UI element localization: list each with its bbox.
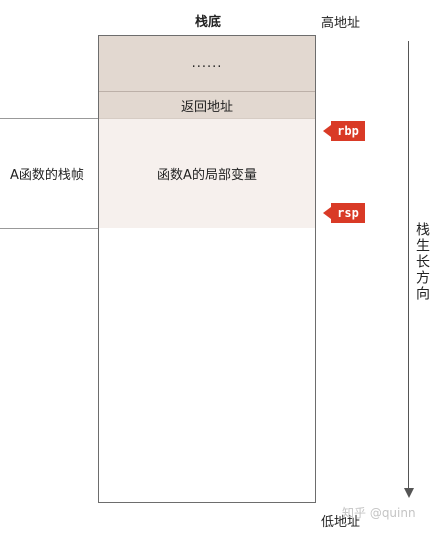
growth-arrow-line	[408, 41, 409, 490]
watermark: 知乎 @quinn	[342, 506, 416, 520]
rbp-pointer-tag: rbp	[323, 121, 365, 141]
high-address-label: 高地址	[321, 16, 361, 31]
growth-arrow-head-icon	[404, 488, 414, 498]
stack-diagram: ...... 返回地址 函数A的局部变量	[98, 35, 316, 503]
frame-top-line	[0, 118, 98, 119]
local-variables-segment: 函数A的局部变量	[99, 119, 315, 228]
rsp-pointer-tag: rsp	[323, 203, 365, 223]
growth-direction-label: 栈生长方向	[414, 222, 430, 302]
frame-bottom-line	[0, 228, 98, 229]
ellipsis-segment: ......	[99, 36, 315, 92]
stack-bottom-title: 栈底	[194, 15, 221, 30]
return-address-segment: 返回地址	[99, 92, 315, 119]
stack-frame-label: A函数的栈帧	[10, 168, 84, 183]
